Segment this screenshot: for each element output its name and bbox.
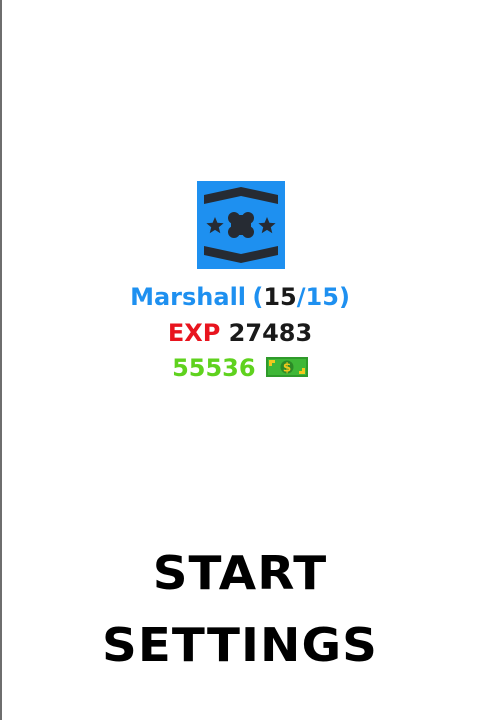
money-value: 55536 — [172, 354, 256, 382]
svg-text:$: $ — [283, 361, 291, 375]
rank-open-paren: ( — [252, 283, 264, 311]
settings-button[interactable]: SETTINGS — [0, 617, 480, 673]
marshall-rank-badge-icon — [197, 181, 285, 269]
rank-level: 15 — [263, 283, 297, 311]
exp-status: EXP 27483 — [0, 318, 480, 348]
rank-badge-icon — [197, 181, 285, 269]
main-menu-screen: Marshall (15/15) EXP 27483 55536 $ START… — [0, 0, 480, 720]
money-status: 55536 $ — [0, 353, 480, 384]
rank-max: 15 — [305, 283, 339, 311]
rank-name: Marshall — [130, 283, 247, 311]
rank-status: Marshall (15/15) — [0, 282, 480, 312]
cash-icon: $ — [265, 354, 308, 384]
rank-close-paren: ) — [338, 283, 350, 311]
exp-label: EXP — [167, 319, 221, 347]
exp-value: 27483 — [228, 319, 313, 347]
start-button[interactable]: START — [0, 545, 480, 601]
rank-separator: / — [296, 283, 306, 311]
